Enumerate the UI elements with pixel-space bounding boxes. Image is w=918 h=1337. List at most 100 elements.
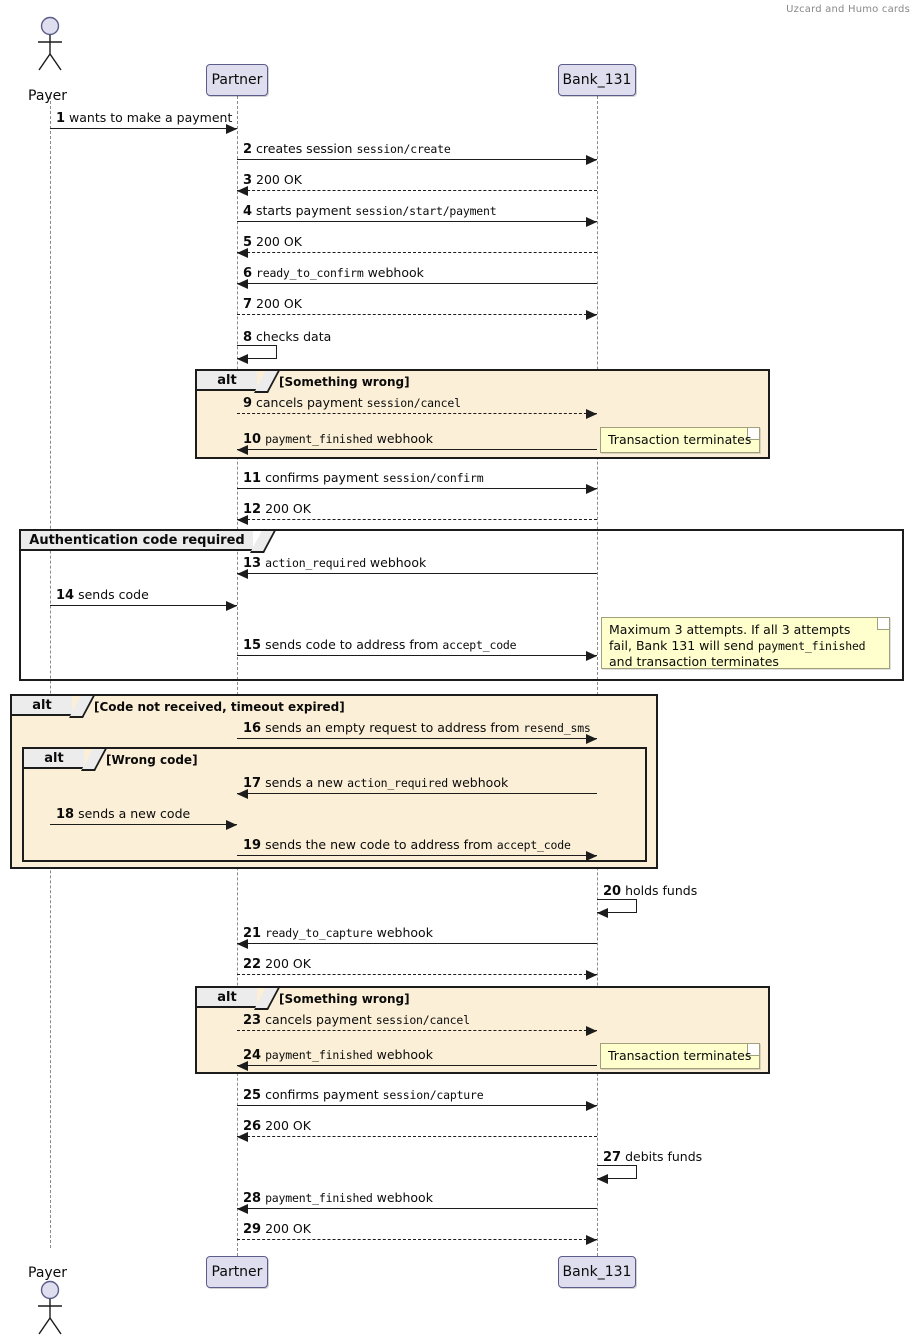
message-code: action_required	[347, 776, 448, 790]
message-label-6: 6 ready_to_confirm webhook	[243, 266, 424, 281]
frame-tab-label-3: alt	[24, 749, 84, 769]
message-code: session/cancel	[375, 1013, 470, 1027]
diagram-caption: Uzcard and Humo cards	[786, 4, 910, 15]
participant-bank_131[interactable]: Bank_131	[558, 1256, 636, 1288]
participant-bank_131[interactable]: Bank_131	[558, 64, 636, 96]
message-suffix: webhook	[372, 925, 433, 940]
self-message-label-20: 20 holds funds	[603, 884, 697, 899]
message-label-11: 11 confirms payment session/confirm	[243, 470, 484, 486]
frame-tab-wrap-3: alt	[24, 749, 107, 771]
self-message-arrowhead-20	[597, 908, 608, 918]
message-suffix: webhook	[365, 555, 427, 570]
message-label-28: 28 payment_finished webhook	[243, 1191, 433, 1206]
message-label-12: 12 200 OK	[243, 502, 311, 517]
actor-figure-payer[interactable]	[30, 16, 70, 74]
message-suffix: webhook	[363, 265, 424, 280]
message-line-28	[237, 1208, 597, 1209]
message-code: accept_code	[496, 838, 571, 852]
message-number: 3	[243, 173, 253, 188]
message-number: 24	[243, 1048, 262, 1063]
message-line-13	[237, 573, 597, 574]
message-label-17: 17 sends a new action_required webhook	[243, 776, 508, 791]
message-text: 200 OK	[261, 1221, 311, 1236]
message-text: 200 OK	[252, 296, 302, 311]
message-label-10: 10 payment_finished webhook	[243, 432, 433, 447]
message-line-3	[237, 190, 597, 191]
frame-tab-wrap-0: alt	[197, 371, 280, 393]
frame-tab-label-4: alt	[197, 988, 257, 1008]
message-number: 18	[56, 807, 75, 822]
message-arrowhead-23	[586, 1025, 597, 1036]
message-text: sends code to address from	[261, 637, 443, 652]
message-number: 5	[243, 235, 253, 250]
message-text: 200 OK	[261, 1118, 311, 1133]
message-number: 26	[243, 1119, 262, 1134]
message-number: 2	[243, 142, 253, 157]
message-text: starts payment	[252, 203, 356, 218]
message-code: payment_finished	[265, 1048, 373, 1062]
note-text-0: Transaction terminates	[608, 432, 752, 448]
actor-figure-payer[interactable]	[30, 1280, 70, 1337]
message-label-5: 5 200 OK	[243, 235, 302, 250]
message-text: confirms payment	[261, 470, 383, 485]
self-message-label-27: 27 debits funds	[603, 1150, 702, 1165]
message-number: 1	[56, 111, 66, 126]
participant-partner[interactable]: Partner	[206, 64, 268, 96]
message-code: resend_sms	[523, 721, 591, 735]
message-line-15	[237, 655, 597, 656]
message-text: wants to make a payment	[65, 110, 233, 125]
message-suffix: webhook	[372, 1190, 433, 1205]
frame-tab-label-2: alt	[12, 696, 72, 716]
message-label-18: 18 sends a new code	[56, 807, 190, 822]
frame-guard-0: [Something wrong]	[279, 375, 410, 389]
note-line: Maximum 3 attempts. If all 3 attempts	[609, 622, 851, 637]
participant-partner[interactable]: Partner	[206, 1256, 268, 1288]
message-number: 9	[243, 396, 253, 411]
message-text: checks data	[252, 329, 332, 344]
message-code: session/start/payment	[355, 204, 497, 218]
message-number: 19	[243, 838, 262, 853]
message-label-4: 4 starts payment session/start/payment	[243, 203, 497, 219]
message-line-1	[50, 128, 237, 129]
message-arrowhead-25	[586, 1100, 597, 1111]
participant-label: Partner	[211, 1264, 263, 1280]
message-line-23	[237, 1030, 597, 1031]
message-number: 25	[243, 1088, 262, 1103]
message-text: 200 OK	[252, 234, 302, 249]
message-text: sends an empty request to address from	[261, 720, 524, 735]
note-1: Maximum 3 attempts. If all 3 attempts fai…	[601, 617, 890, 669]
message-label-2: 2 creates session session/create	[243, 142, 451, 157]
message-number: 15	[243, 638, 262, 653]
message-suffix: webhook	[447, 775, 509, 790]
note-line: Transaction terminates	[608, 1048, 752, 1063]
note-0: Transaction terminates	[600, 427, 760, 453]
note-text-2: Transaction terminates	[608, 1048, 752, 1064]
message-code: ready_to_confirm	[256, 266, 364, 280]
message-label-29: 29 200 OK	[243, 1222, 311, 1237]
message-arrowhead-14	[226, 600, 237, 611]
message-line-2	[237, 159, 597, 160]
self-message-arrowhead-27	[597, 1174, 608, 1184]
message-line-19	[237, 855, 597, 856]
message-arrowhead-19	[586, 850, 597, 861]
message-line-11	[237, 488, 597, 489]
message-line-9	[237, 413, 597, 414]
message-text: confirms payment	[261, 1087, 383, 1102]
participant-label: Bank_131	[562, 1264, 632, 1280]
message-number: 4	[243, 204, 253, 219]
message-number: 11	[243, 471, 262, 486]
message-suffix: webhook	[372, 431, 433, 446]
message-suffix: webhook	[372, 1047, 433, 1062]
note-code: payment_finished	[757, 639, 866, 653]
message-code: session/create	[356, 142, 451, 156]
message-code: ready_to_capture	[265, 926, 373, 940]
message-arrowhead-2	[586, 154, 597, 165]
note-line: and transaction terminates	[609, 654, 779, 669]
message-line-6	[237, 283, 597, 284]
message-arrowhead-9	[586, 408, 597, 419]
message-code: payment_finished	[265, 1191, 373, 1205]
message-label-1: 1 wants to make a payment	[56, 111, 232, 126]
message-number: 23	[243, 1013, 262, 1028]
sequence-diagram-canvas: Uzcard and Humo cards alt [Something wron…	[0, 0, 918, 1337]
note-line: Transaction terminates	[608, 432, 752, 447]
